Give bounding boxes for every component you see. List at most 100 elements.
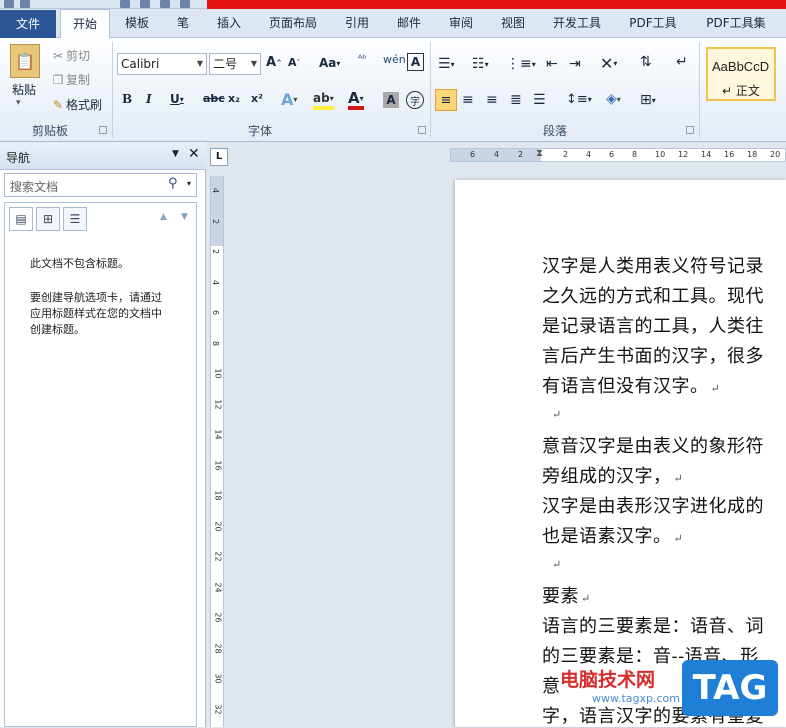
qat-icon[interactable]	[160, 0, 170, 8]
qat-icon[interactable]	[180, 0, 190, 8]
char-shading-icon[interactable]: A	[383, 92, 399, 108]
save-icon[interactable]	[20, 0, 30, 8]
search-icon[interactable]: ⚲	[168, 176, 178, 191]
paragraph-mark-icon: ↵	[710, 382, 721, 395]
tab-mailings[interactable]: 邮件	[386, 9, 432, 38]
tab-insert[interactable]: 插入	[206, 9, 252, 38]
text-effects-icon[interactable]: A ▾	[281, 90, 297, 109]
tab-view[interactable]: 视图	[490, 9, 536, 38]
clear-format-icon[interactable]: ᴬᵇ	[358, 54, 367, 65]
document-line[interactable]: 要素 ↵	[542, 582, 591, 608]
tab-results[interactable]: ☰	[63, 207, 87, 231]
chevron-down-icon[interactable]: ▾	[16, 98, 21, 108]
bullets-icon[interactable]: ☰ ▾	[438, 56, 455, 72]
shrink-font-icon[interactable]: Aˇ	[288, 56, 300, 69]
ruler-tick-label: 4	[494, 150, 500, 159]
bold-button[interactable]: B	[122, 92, 132, 106]
shading-icon[interactable]: ◈ ▾	[606, 91, 621, 107]
document-line[interactable]: 言后产生书面的汉字，很多	[542, 342, 764, 368]
superscript-button[interactable]: x²	[251, 92, 263, 105]
document-line[interactable]: 有语言但没有汉字。 ↵	[542, 372, 720, 398]
change-case-icon[interactable]: Aa ▾	[319, 56, 340, 70]
align-right-button[interactable]: ≡	[486, 92, 498, 108]
tab-pen[interactable]: 笔	[166, 9, 200, 38]
show-marks-icon[interactable]: ↵	[676, 54, 688, 70]
line-spacing-icon[interactable]: ↕≡ ▾	[566, 92, 592, 107]
qat-icon[interactable]	[140, 0, 150, 8]
grow-font-icon[interactable]: A ^	[266, 55, 282, 70]
document-line[interactable]: 意	[542, 672, 561, 698]
tab-developer[interactable]: 开发工具	[542, 9, 612, 38]
highlight-icon[interactable]: ab ▾	[313, 90, 334, 110]
document-line[interactable]: 之久远的方式和工具。现代	[542, 282, 764, 308]
phonetic-guide-icon[interactable]: wén	[383, 53, 406, 66]
borders-icon[interactable]: ⊞ ▾	[640, 92, 656, 108]
chinese-layout-icon[interactable]: ✕ ▾	[600, 54, 617, 73]
subscript-button[interactable]: x₂	[228, 92, 240, 105]
tab-templates[interactable]: 模板	[114, 9, 160, 38]
align-center-button[interactable]: ≡	[462, 92, 474, 108]
distributed-button[interactable]: ☰	[533, 92, 546, 108]
char-border-icon[interactable]: A	[407, 53, 424, 71]
search-input[interactable]: 搜索文档 ⚲ ▾	[4, 173, 197, 197]
nav-menu-icon[interactable]: ▼	[172, 149, 179, 159]
indent-marker-icon[interactable]: ⧗	[536, 148, 543, 159]
sort-icon[interactable]: ⇅	[640, 54, 652, 70]
italic-button[interactable]: I	[146, 92, 152, 106]
document-line-text: 旁组成的汉字，	[542, 466, 672, 487]
font-name-combo[interactable]: Calibri ▼	[117, 53, 207, 75]
tab-headings[interactable]: ▤	[9, 207, 33, 231]
document-line[interactable]: ↵	[542, 552, 562, 573]
document-line[interactable]: 语言的三要素是：语音、词	[542, 612, 764, 638]
ruler-tick-label: 18	[747, 150, 758, 159]
strikethrough-button[interactable]: abc	[203, 92, 225, 105]
document-line[interactable]: 汉字是人类用表义符号记录	[542, 252, 764, 278]
paragraph-launcher-icon[interactable]	[686, 126, 694, 134]
tab-home[interactable]: 开始	[60, 9, 110, 39]
enclose-char-icon[interactable]: 字	[406, 91, 424, 109]
font-size-combo[interactable]: 二号 ▼	[209, 53, 261, 75]
multilevel-list-icon[interactable]: ⋮≡ ▾	[506, 56, 536, 72]
copy-button[interactable]: ❐ 复制	[50, 71, 90, 88]
tab-selector-icon[interactable]: L	[210, 148, 228, 166]
paste-icon[interactable]: 📋	[10, 44, 40, 78]
style-normal-button[interactable]: AaBbCcD ↵ 正文	[706, 47, 776, 101]
justify-button[interactable]: ≣	[510, 92, 522, 108]
ruler-tick-label: 24	[213, 581, 223, 593]
ruler-tick-label: 4	[211, 279, 221, 285]
close-icon[interactable]: ✕	[188, 146, 200, 162]
chevron-down-icon[interactable]: ▾	[187, 179, 191, 188]
font-color-icon[interactable]: A ▾	[348, 89, 364, 110]
qat-icon[interactable]	[120, 0, 130, 8]
document-line[interactable]: 旁组成的汉字， ↵	[542, 462, 683, 488]
tab-pdf-toolset[interactable]: PDF工具集	[694, 9, 778, 38]
tab-review[interactable]: 审阅	[438, 9, 484, 38]
underline-button[interactable]: U ▾	[170, 92, 184, 106]
tab-references[interactable]: 引用	[334, 9, 380, 38]
document-line[interactable]: ↵	[542, 402, 562, 423]
ruler-tick-label: 16	[724, 150, 735, 159]
tab-pdf-tools[interactable]: PDF工具	[618, 9, 688, 38]
format-painter-button[interactable]: ✎ 格式刷	[50, 96, 102, 113]
tab-file[interactable]: 文件	[0, 10, 56, 38]
tab-page-layout[interactable]: 页面布局	[258, 9, 328, 38]
document-line[interactable]: 汉字是由表形汉字进化成的	[542, 492, 764, 518]
align-left-button[interactable]: ≡	[435, 89, 457, 111]
cut-button[interactable]: ✂ 剪切	[50, 47, 90, 64]
previous-icon[interactable]: ▲	[160, 212, 167, 222]
font-launcher-icon[interactable]	[418, 126, 426, 134]
numbering-icon[interactable]: ☷ ▾	[472, 56, 489, 72]
ruler-tick-label: 10	[213, 368, 223, 379]
decrease-indent-icon[interactable]: ⇤	[546, 56, 558, 72]
ruler-tick-label: 6	[211, 309, 221, 316]
tab-pages[interactable]: ⊞	[36, 207, 60, 231]
clipboard-launcher-icon[interactable]	[99, 126, 107, 134]
document-line[interactable]: 是记录语言的工具，人类往	[542, 312, 764, 338]
document-line[interactable]: 也是语素汉字。 ↵	[542, 522, 683, 548]
document-line[interactable]: 意音汉字是由表义的象形符	[542, 432, 764, 458]
paste-button[interactable]: 粘贴	[12, 81, 36, 98]
horizontal-ruler[interactable]: ⧗	[450, 148, 786, 162]
increase-indent-icon[interactable]: ⇥	[569, 56, 581, 72]
group-separator	[112, 42, 113, 138]
next-icon[interactable]: ▼	[181, 212, 188, 222]
